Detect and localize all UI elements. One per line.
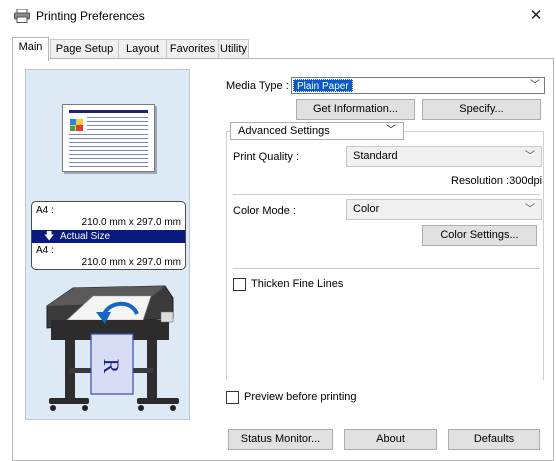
window-title: Printing Preferences xyxy=(36,9,145,23)
color-mode-label: Color Mode : xyxy=(233,205,296,217)
paper-size-summary: A4 : 210.0 mm x 297.0 mm 🡇 Actual Size A4… xyxy=(31,201,186,270)
chevron-down-icon: ﹀ xyxy=(530,80,540,91)
print-quality-label: Print Quality : xyxy=(233,151,300,163)
page-thumbnail xyxy=(62,104,155,172)
output-size-dims: 210.0 mm x 297.0 mm xyxy=(81,257,181,268)
print-quality-select[interactable]: Standard ﹀ xyxy=(346,146,542,167)
color-settings-button[interactable]: Color Settings... xyxy=(422,225,537,246)
get-information-button[interactable]: Get Information... xyxy=(296,99,415,120)
tab-layout[interactable]: Layout xyxy=(118,39,167,60)
specify-button[interactable]: Specify... xyxy=(422,99,541,120)
input-size-dims: 210.0 mm x 297.0 mm xyxy=(81,217,181,228)
advanced-settings-dropdown[interactable]: Advanced Settings ﹀ xyxy=(230,122,404,140)
sheet-letter: R xyxy=(99,359,124,374)
image-thumbnail-icon xyxy=(70,119,83,131)
chevron-down-icon: ﹀ xyxy=(525,204,535,215)
tab-utility[interactable]: Utility xyxy=(218,39,249,60)
advanced-settings-label: Advanced Settings xyxy=(238,125,330,137)
printer-illustration-icon: R xyxy=(46,285,179,411)
color-mode-value: Color xyxy=(353,203,380,215)
scaling-label: Actual Size xyxy=(60,231,111,242)
print-quality-value: Standard xyxy=(353,150,398,162)
tab-main[interactable]: Main xyxy=(12,37,49,61)
checkbox-icon xyxy=(233,278,246,291)
output-size-label: A4 : xyxy=(36,245,54,256)
color-mode-select[interactable]: Color ﹀ xyxy=(346,199,542,220)
checkbox-icon xyxy=(226,391,239,404)
tab-favorites[interactable]: Favorites xyxy=(166,39,219,60)
status-monitor-button[interactable]: Status Monitor... xyxy=(228,429,333,450)
printer-icon xyxy=(14,9,30,23)
thicken-fine-lines-label: Thicken Fine Lines xyxy=(251,278,344,290)
divider xyxy=(233,268,540,269)
about-button[interactable]: About xyxy=(344,429,437,450)
close-icon[interactable]: ✕ xyxy=(516,0,556,32)
media-type-select[interactable]: Plain Paper ﹀ xyxy=(291,77,545,94)
input-size-label: A4 : xyxy=(36,205,54,216)
divider xyxy=(233,194,540,195)
scaling-bar: 🡇 Actual Size xyxy=(32,230,185,243)
defaults-button[interactable]: Defaults xyxy=(448,429,540,450)
page-header-bar xyxy=(69,110,148,113)
chevron-down-icon: ﹀ xyxy=(525,151,535,162)
media-type-value: Plain Paper xyxy=(293,79,353,92)
down-arrow-icon: 🡇 xyxy=(44,231,55,242)
resolution-text: Resolution :300dpi xyxy=(451,175,543,187)
advanced-settings-frame xyxy=(226,131,544,380)
media-type-label: Media Type : xyxy=(226,80,289,92)
chevron-down-icon: ﹀ xyxy=(386,125,396,136)
title-bar: Printing Preferences ✕ xyxy=(0,0,556,32)
tab-page-setup[interactable]: Page Setup xyxy=(50,39,119,60)
preview-before-printing-label: Preview before printing xyxy=(244,391,357,403)
